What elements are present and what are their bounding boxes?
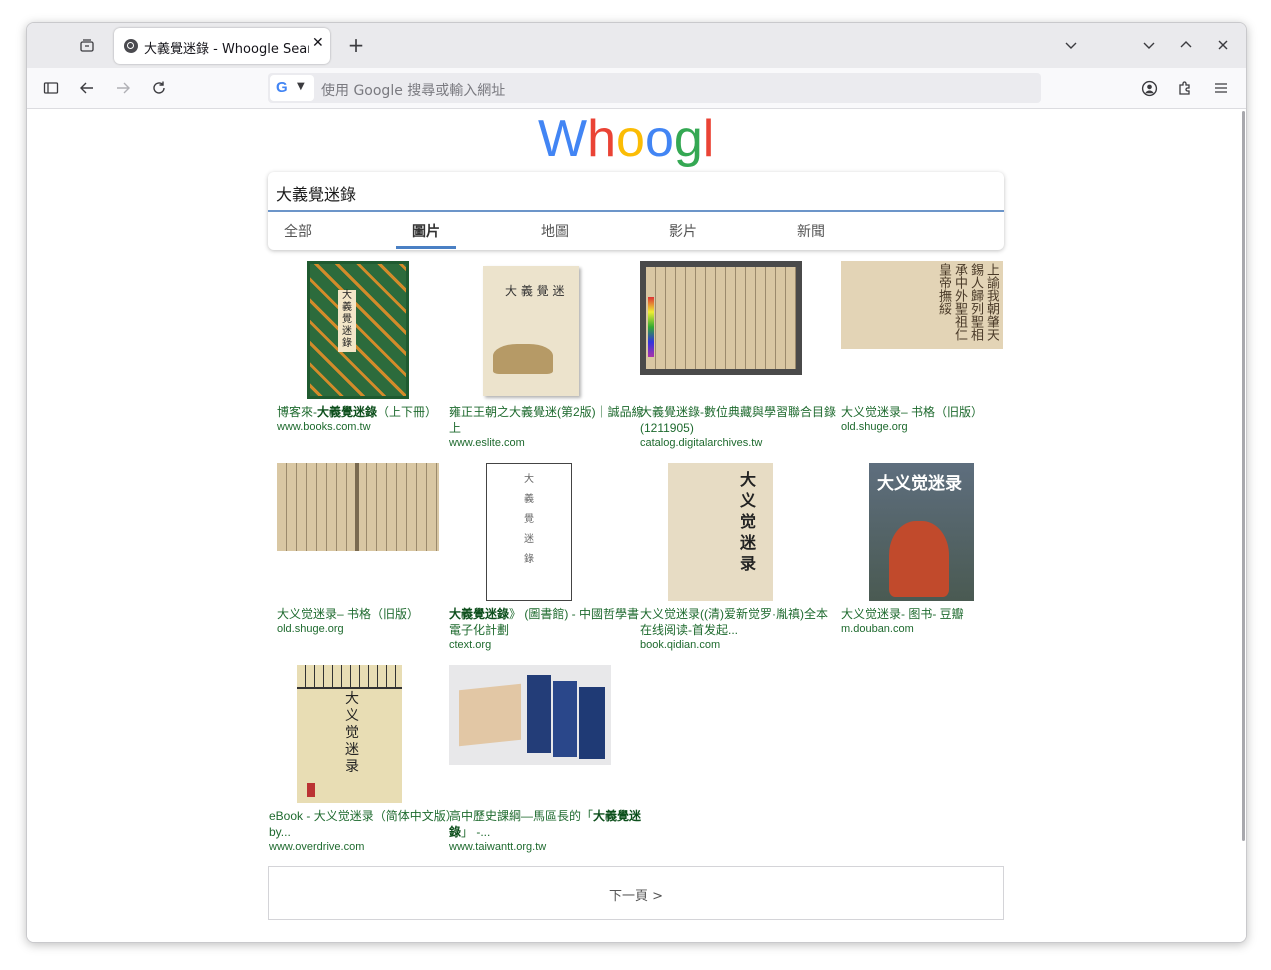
cover-title: 大义觉迷录 bbox=[740, 470, 757, 573]
tab-all[interactable]: 全部 bbox=[284, 221, 312, 241]
page-content: Whoogle 大義覺迷錄 全部 圖片 地圖 影片 新聞 大義覺迷錄 博客來-大… bbox=[27, 109, 1246, 942]
tab-active[interactable]: 大義覺迷錄 - Whoogle Search ✕ bbox=[114, 28, 330, 64]
red-seal-icon bbox=[307, 783, 315, 797]
logo-letter: h bbox=[587, 110, 617, 168]
blue-volume-image bbox=[527, 675, 551, 753]
back-arrow-icon[interactable] bbox=[73, 74, 101, 102]
book-spine-label: 大義覺迷錄 bbox=[338, 290, 356, 352]
result-caption[interactable]: 大义觉迷录((清)爱新觉罗·胤禛)全本在线阅读-首发起... bbox=[640, 606, 838, 638]
thumbnail-image[interactable]: 上諭我朝肇天錫人歸列聖相承中外聖祖仁皇帝撫綏 bbox=[841, 261, 1003, 349]
result-caption[interactable]: 博客來-大義覺迷錄（上下冊） bbox=[277, 404, 475, 420]
page-text: 上諭我朝肇天錫人歸列聖相承中外聖祖仁皇帝撫綏 bbox=[936, 263, 999, 341]
search-input[interactable]: 大義覺迷錄 bbox=[276, 181, 356, 205]
result-caption[interactable]: 大义觉迷录- 图书- 豆瓣 bbox=[841, 606, 1039, 622]
emperor-figure-image bbox=[889, 521, 949, 597]
forward-arrow-icon[interactable] bbox=[109, 74, 137, 102]
thumbnail-image[interactable] bbox=[640, 261, 802, 375]
tab-bar: 大義覺迷錄 - Whoogle Search ✕ + bbox=[27, 23, 1246, 68]
scrollbar[interactable] bbox=[1242, 111, 1245, 841]
account-icon[interactable] bbox=[1135, 74, 1163, 102]
result-site: www.eslite.com bbox=[449, 437, 525, 449]
logo-letter: o bbox=[616, 110, 645, 168]
result-site: www.taiwantt.org.tw bbox=[449, 841, 547, 853]
whoogle-favicon-icon bbox=[124, 39, 138, 53]
thumbnail-image[interactable]: 大义觉迷录 bbox=[297, 665, 402, 803]
url-placeholder: 使用 Google 搜尋或輸入網址 bbox=[321, 83, 506, 99]
tab-videos[interactable]: 影片 bbox=[669, 221, 697, 241]
cover-title: 大 義 覺 迷 bbox=[505, 284, 565, 298]
result-site: catalog.digitalarchives.tw bbox=[640, 437, 763, 449]
thumbnail-image[interactable] bbox=[449, 665, 611, 765]
extensions-puzzle-icon[interactable] bbox=[1171, 74, 1199, 102]
cover-title: 大义觉迷录 bbox=[345, 691, 359, 775]
reload-icon[interactable] bbox=[145, 74, 173, 102]
google-g-icon: G bbox=[276, 79, 288, 96]
blue-volume-image bbox=[579, 687, 605, 759]
maximize-icon[interactable] bbox=[1172, 31, 1200, 59]
open-book-image bbox=[459, 683, 521, 747]
color-scale-image bbox=[648, 297, 654, 357]
result-caption[interactable]: 大义觉迷录– 书格（旧版） bbox=[277, 606, 475, 622]
thumbnail-image[interactable]: 大義覺迷錄 bbox=[307, 261, 409, 399]
blue-volume-image bbox=[553, 681, 577, 757]
menu-hamburger-icon[interactable] bbox=[1207, 74, 1235, 102]
result-site: old.shuge.org bbox=[841, 421, 908, 433]
result-caption[interactable]: 高中歷史課綱—馬區長的「大義覺迷錄」 -... bbox=[449, 808, 647, 840]
tab-title: 大義覺迷錄 - Whoogle Search bbox=[144, 42, 309, 56]
next-page-label: 下一頁 > bbox=[608, 889, 664, 904]
minimize-icon[interactable] bbox=[1135, 31, 1163, 59]
thumbnail-image[interactable]: 大义觉迷录 bbox=[869, 463, 974, 601]
tab-images[interactable]: 圖片 bbox=[412, 221, 440, 241]
search-card: 大義覺迷錄 全部 圖片 地圖 影片 新聞 bbox=[268, 172, 1004, 250]
window-close-icon[interactable] bbox=[1209, 31, 1237, 59]
new-tab-button[interactable]: + bbox=[342, 31, 370, 59]
cover-title: 大义觉迷录 bbox=[877, 474, 962, 494]
logo-letter: l bbox=[702, 110, 715, 168]
tab-close-icon[interactable]: ✕ bbox=[312, 35, 324, 51]
result-site: www.books.com.tw bbox=[277, 421, 371, 433]
sidebar-toggle-icon[interactable] bbox=[37, 74, 65, 102]
book-gutter bbox=[355, 463, 359, 551]
result-caption[interactable]: 大义觉迷录– 书格（旧版） bbox=[841, 404, 1039, 420]
result-site: www.overdrive.com bbox=[269, 841, 365, 853]
tab-overview-icon[interactable] bbox=[73, 32, 101, 60]
url-bar[interactable]: G ▼ 使用 Google 搜尋或輸入網址 bbox=[268, 73, 1041, 103]
cover-title: 大義覺迷錄 bbox=[524, 474, 534, 565]
result-site: book.qidian.com bbox=[640, 639, 721, 651]
tab-maps[interactable]: 地圖 bbox=[541, 221, 569, 241]
result-site: m.douban.com bbox=[841, 623, 914, 635]
tab-news[interactable]: 新聞 bbox=[797, 221, 825, 241]
active-tab-indicator bbox=[396, 246, 456, 249]
thumbnail-image[interactable] bbox=[277, 463, 439, 551]
chevron-down-icon: ▼ bbox=[297, 81, 305, 92]
search-underline bbox=[268, 210, 1004, 212]
result-caption[interactable]: eBook - 大义觉迷录（简体中文版） by... bbox=[269, 808, 467, 840]
result-caption[interactable]: 大義覺迷錄-數位典藏與學習聯合目錄(1211905) bbox=[640, 404, 838, 436]
tab-list-chevron-icon[interactable] bbox=[1057, 31, 1085, 59]
browser-window: 大義覺迷錄 - Whoogle Search ✕ + bbox=[26, 22, 1247, 943]
result-caption[interactable]: 大義覺迷錄》 (圖書館) - 中國哲學書電子化計劃 bbox=[449, 606, 647, 638]
result-caption[interactable]: 雍正王朝之大義覺迷(第2版)｜誠品線上 bbox=[449, 404, 647, 436]
nav-toolbar: G ▼ 使用 Google 搜尋或輸入網址 bbox=[27, 68, 1246, 109]
logo-letter: g bbox=[673, 110, 703, 168]
result-site: old.shuge.org bbox=[277, 623, 344, 635]
logo-letter: W bbox=[538, 110, 588, 168]
next-page-button[interactable]: 下一頁 > bbox=[268, 866, 1004, 920]
search-engine-button[interactable]: G ▼ bbox=[270, 75, 314, 101]
thumbnail-image[interactable]: 大义觉迷录 bbox=[668, 463, 773, 601]
thumbnail-image[interactable]: 大義覺迷錄 bbox=[486, 463, 572, 601]
window-lattice-image bbox=[297, 665, 402, 689]
whoogle-logo[interactable]: Whoogle bbox=[538, 109, 738, 228]
result-site: ctext.org bbox=[449, 639, 492, 651]
thumbnail-image[interactable]: 大 義 覺 迷 bbox=[483, 266, 579, 396]
logo-letter: o bbox=[644, 110, 674, 168]
cover-figure-image bbox=[493, 344, 553, 374]
